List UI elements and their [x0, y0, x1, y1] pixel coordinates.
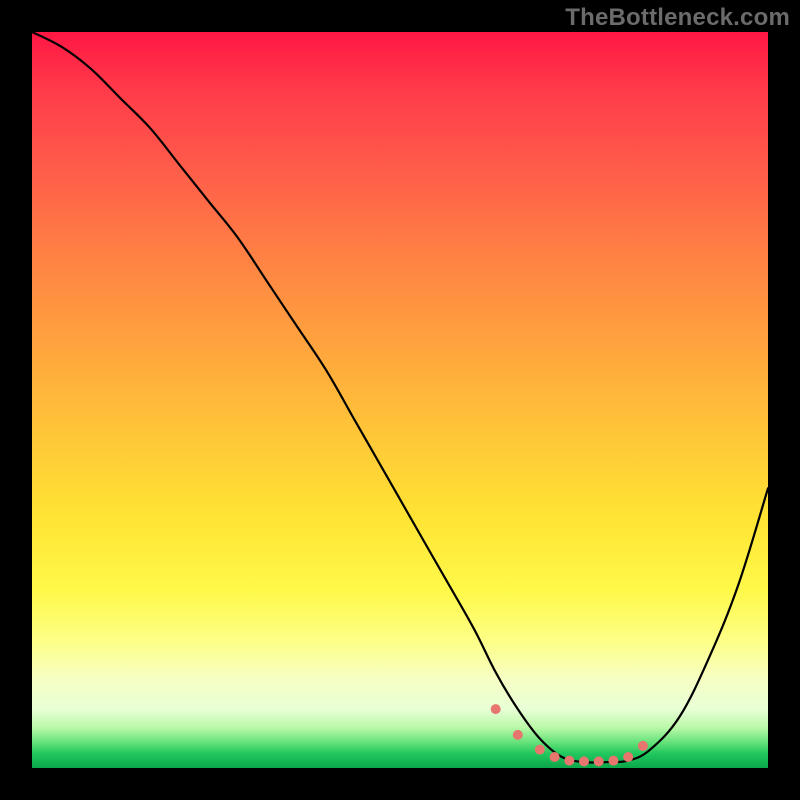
valley-accent-points: [491, 704, 648, 766]
valley-point: [491, 704, 501, 714]
chart-frame: TheBottleneck.com: [0, 0, 800, 800]
valley-point: [638, 741, 648, 751]
valley-point: [564, 756, 574, 766]
plot-area: [32, 32, 768, 768]
bottleneck-curve: [32, 32, 768, 763]
attribution-watermark: TheBottleneck.com: [565, 4, 790, 32]
valley-point: [550, 752, 560, 762]
valley-point: [608, 756, 618, 766]
valley-point: [594, 756, 604, 766]
valley-point: [513, 730, 523, 740]
curve-layer: [32, 32, 768, 768]
valley-point: [579, 756, 589, 766]
valley-point: [535, 745, 545, 755]
valley-point: [623, 752, 633, 762]
